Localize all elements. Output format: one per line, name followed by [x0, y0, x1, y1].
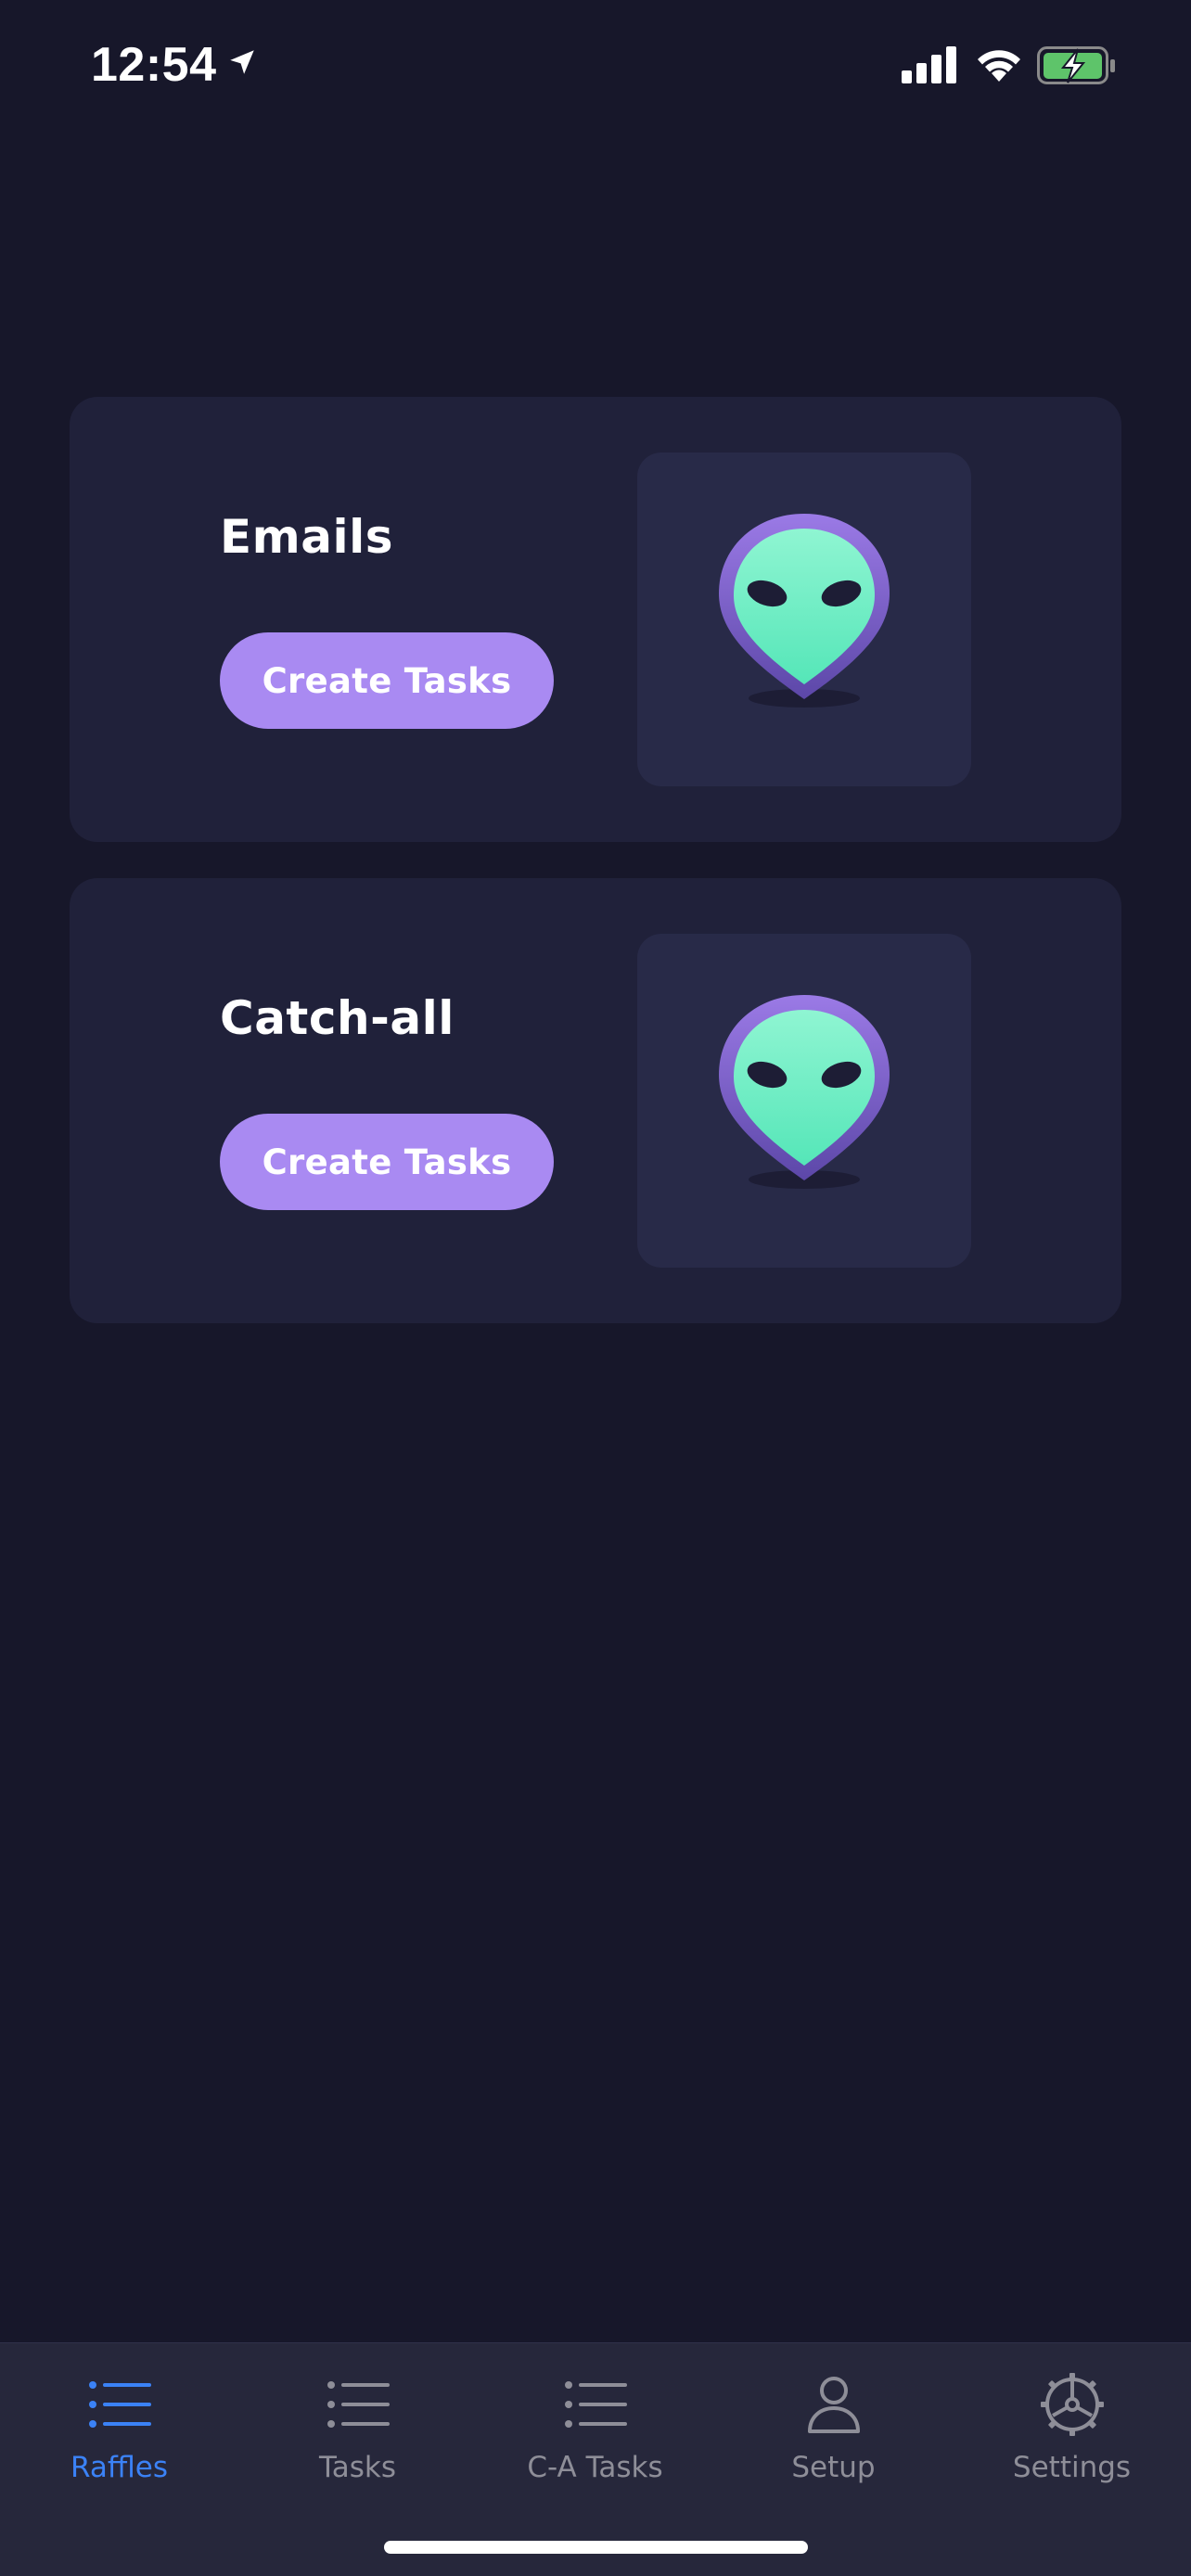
location-arrow-icon [226, 46, 258, 82]
alien-head-icon [711, 508, 897, 712]
tab-label: Tasks [318, 2451, 397, 2484]
create-tasks-button[interactable]: Create Tasks [220, 1114, 554, 1210]
alien-head-icon [711, 989, 897, 1193]
tab-raffles[interactable]: Raffles [0, 2343, 238, 2519]
wifi-icon [974, 45, 1024, 87]
cellular-signal-icon [902, 46, 959, 87]
tab-label: Raffles [70, 2451, 169, 2484]
emails-card: Emails Create Tasks [70, 397, 1121, 842]
catch-all-card: Catch-all Create Tasks [70, 878, 1121, 1323]
list-icon [564, 2367, 627, 2442]
alien-icon-tile [637, 453, 971, 786]
create-tasks-button[interactable]: Create Tasks [220, 632, 554, 729]
tab-settings[interactable]: Settings [953, 2343, 1191, 2519]
alien-icon-tile [637, 934, 971, 1268]
card-title: Emails [220, 510, 394, 564]
tab-label: Setup [791, 2451, 876, 2484]
person-icon [806, 2367, 862, 2442]
battery-charging-icon [1037, 46, 1117, 89]
tab-setup[interactable]: Setup [714, 2343, 953, 2519]
tab-label: C-A Tasks [527, 2451, 663, 2484]
card-title: Catch-all [220, 991, 455, 1045]
status-time: 12:54 [91, 38, 217, 92]
tab-c-a-tasks[interactable]: C-A Tasks [476, 2343, 714, 2519]
gear-icon [1039, 2367, 1106, 2442]
tab-label: Settings [1012, 2451, 1132, 2484]
screen: 12:54 Emails Create Tasks Catch-all Crea… [0, 0, 1191, 2576]
list-icon [88, 2367, 151, 2442]
tab-tasks[interactable]: Tasks [238, 2343, 477, 2519]
status-bar: 12:54 [0, 0, 1191, 139]
list-icon [327, 2367, 390, 2442]
home-indicator[interactable] [384, 2541, 808, 2554]
